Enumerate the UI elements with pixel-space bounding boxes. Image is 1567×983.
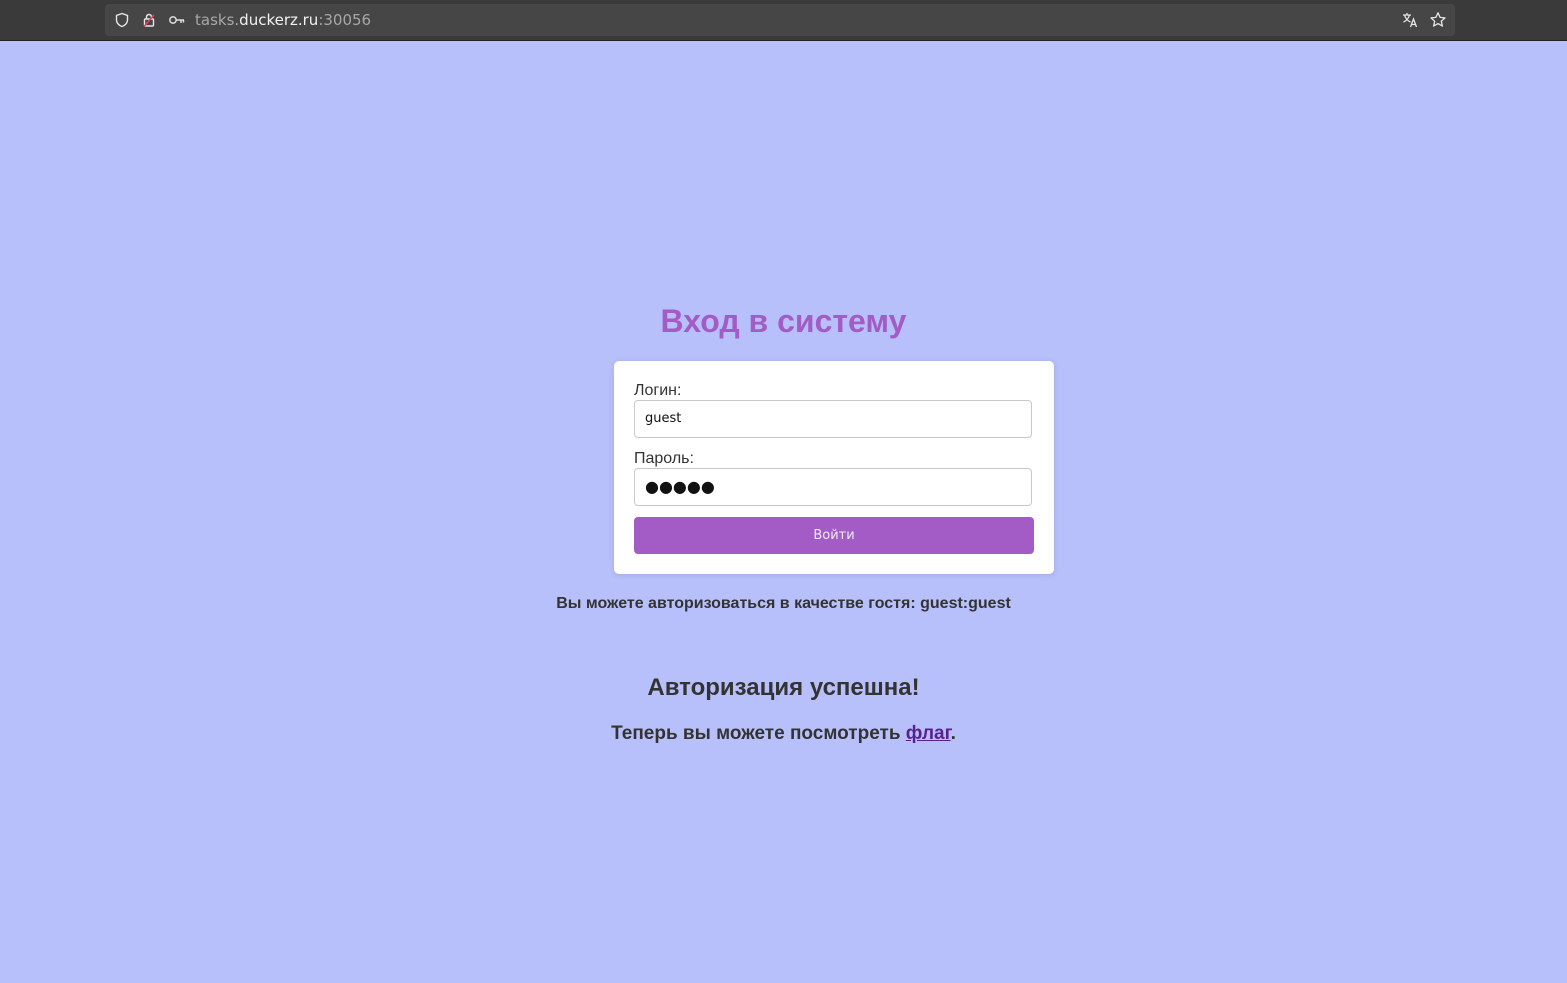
lock-icon[interactable]	[140, 11, 158, 29]
flag-suffix: .	[950, 723, 956, 744]
shield-icon[interactable]	[113, 11, 131, 29]
url-port: :30056	[318, 11, 372, 29]
login-label: Логин:	[634, 382, 682, 399]
address-bar[interactable]: tasks.duckerz.ru:30056	[105, 4, 1455, 36]
password-input[interactable]: ●●●●●	[634, 468, 1032, 506]
guest-hint: Вы можете авторизоваться в качестве гост…	[556, 595, 1011, 612]
flag-message: Теперь вы можете посмотреть флаг.	[0, 722, 1567, 746]
login-button[interactable]: Войти	[634, 517, 1034, 554]
url-prefix: tasks.	[195, 11, 240, 29]
browser-toolbar: tasks.duckerz.ru:30056	[0, 0, 1567, 41]
page-title: Вход в систему	[660, 303, 907, 339]
password-label: Пароль:	[634, 450, 694, 467]
url-host: duckerz.ru	[239, 11, 319, 29]
url-text[interactable]: tasks.duckerz.ru:30056	[195, 11, 371, 29]
login-input[interactable]: guest	[634, 400, 1032, 438]
success-title: Авторизация успешна!	[647, 674, 920, 701]
flag-link[interactable]: флаг	[906, 723, 951, 744]
translate-icon[interactable]	[1401, 11, 1419, 29]
flag-prefix: Теперь вы можете посмотреть	[611, 723, 906, 744]
key-icon[interactable]	[168, 11, 186, 29]
login-form: Логин: guest Пароль: ●●●●● Войти	[614, 361, 1054, 574]
star-icon[interactable]	[1429, 11, 1447, 29]
